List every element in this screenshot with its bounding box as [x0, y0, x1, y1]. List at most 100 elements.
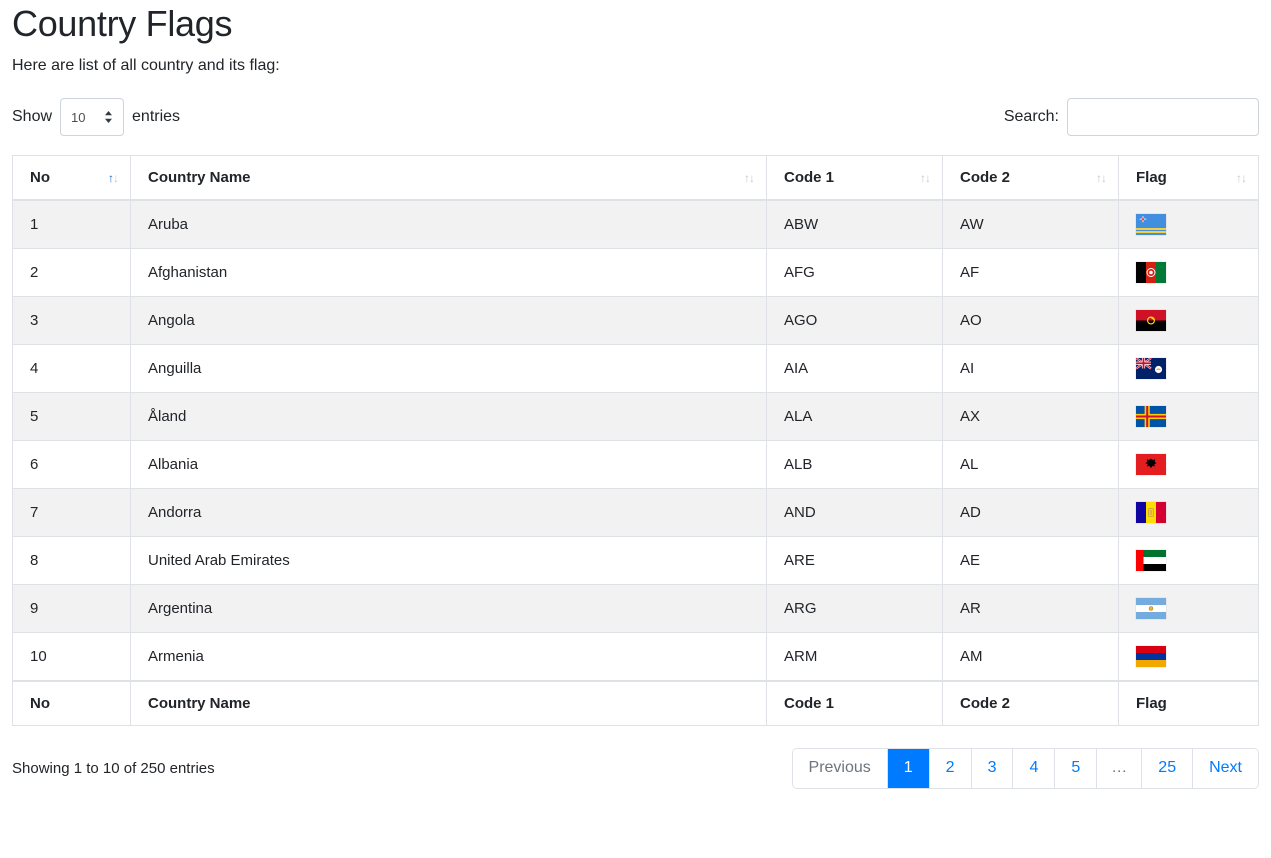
- cell-country-name: Andorra: [130, 488, 767, 538]
- pagination-button-4[interactable]: 4: [1013, 749, 1056, 788]
- table-row: 5 Åland ALA AX: [12, 392, 1259, 442]
- pagination-button-previous[interactable]: Previous: [792, 749, 888, 788]
- cell-flag: [1118, 584, 1259, 634]
- table-row: 9 Argentina ARG AR: [12, 584, 1259, 634]
- footer-column-no: No: [12, 680, 131, 727]
- cell-no: 10: [12, 632, 131, 682]
- table-footer-row: No Country Name Code 1 Code 2 Flag: [12, 680, 1259, 727]
- cell-code2: AF: [942, 248, 1119, 298]
- column-header-country-name-label: Country Name: [148, 169, 251, 187]
- cell-country-name: Argentina: [130, 584, 767, 634]
- table-footer-bar: Showing 1 to 10 of 250 entries Previous 1…: [12, 748, 1259, 789]
- column-header-flag[interactable]: Flag ↑↓: [1118, 155, 1259, 202]
- cell-code1: ARE: [766, 536, 943, 586]
- column-header-country-name[interactable]: Country Name ↑↓: [130, 155, 767, 202]
- pagination-button-1[interactable]: 1: [887, 749, 930, 788]
- pagination-button-next[interactable]: Next: [1193, 749, 1258, 788]
- cell-code1: ALA: [766, 392, 943, 442]
- table-header-row: No ↑↓ Country Name ↑↓ Code 1 ↑↓ Code 2 ↑…: [12, 155, 1259, 202]
- aland-flag: [1136, 406, 1166, 428]
- cell-no: 8: [12, 536, 131, 586]
- cell-flag: [1118, 632, 1259, 682]
- table-info: Showing 1 to 10 of 250 entries: [12, 760, 215, 778]
- armenia-flag: [1136, 646, 1166, 668]
- cell-code1: AND: [766, 488, 943, 538]
- cell-flag: [1118, 536, 1259, 586]
- show-label: Show: [12, 108, 53, 126]
- pagination-button-25[interactable]: 25: [1142, 749, 1194, 788]
- aruba-flag: [1136, 214, 1166, 236]
- cell-flag: [1118, 440, 1259, 490]
- albania-flag: [1136, 454, 1166, 476]
- column-header-code2[interactable]: Code 2 ↑↓: [942, 155, 1119, 202]
- cell-country-name: Afghanistan: [130, 248, 767, 298]
- cell-flag: [1118, 344, 1259, 394]
- table-row: 4 Anguilla AIA AI: [12, 344, 1259, 394]
- cell-code2: AE: [942, 536, 1119, 586]
- cell-code1: ARG: [766, 584, 943, 634]
- column-header-no-label: No: [30, 169, 50, 187]
- cell-flag: [1118, 296, 1259, 346]
- page-length-select[interactable]: 102550100: [60, 98, 125, 137]
- page-subtitle: Here are list of all country and its fla…: [12, 57, 280, 75]
- cell-no: 9: [12, 584, 131, 634]
- cell-code1: AGO: [766, 296, 943, 346]
- pagination-button-5[interactable]: 5: [1055, 749, 1098, 788]
- country-flags-table: No ↑↓ Country Name ↑↓ Code 1 ↑↓ Code 2 ↑…: [12, 155, 1259, 727]
- cell-country-name: Armenia: [130, 632, 767, 682]
- angola-flag: [1136, 310, 1166, 332]
- pagination-button-: …: [1097, 749, 1143, 788]
- page-title: Country Flags: [12, 3, 233, 44]
- pagination-button-2[interactable]: 2: [929, 749, 972, 788]
- cell-country-name: Albania: [130, 440, 767, 490]
- cell-no: 6: [12, 440, 131, 490]
- table-row: 7 Andorra AND AD: [12, 488, 1259, 538]
- sort-updown-icon[interactable]: ↑↓: [108, 172, 119, 184]
- table-row: 3 Angola AGO AO: [12, 296, 1259, 346]
- sort-updown-icon[interactable]: ↑↓: [744, 172, 755, 184]
- table-body: 1 Aruba ABW AW 2 Afghanistan AFG AF 3 Angola AGO…: [12, 199, 1259, 682]
- table-row: 2 Afghanistan AFG AF: [12, 248, 1259, 298]
- table-foot: No Country Name Code 1 Code 2 Flag: [12, 680, 1259, 727]
- cell-country-name: United Arab Emirates: [130, 536, 767, 586]
- cell-code2: AX: [942, 392, 1119, 442]
- cell-code1: AFG: [766, 248, 943, 298]
- footer-column-country-name: Country Name: [130, 680, 767, 727]
- cell-code1: ARM: [766, 632, 943, 682]
- search-control: Search:: [1004, 98, 1259, 137]
- footer-column-code1: Code 1: [766, 680, 943, 727]
- cell-code1: ABW: [766, 199, 943, 250]
- column-header-code1-label: Code 1: [784, 169, 835, 187]
- column-header-no[interactable]: No ↑↓: [12, 155, 131, 202]
- cell-code1: ALB: [766, 440, 943, 490]
- cell-flag: [1118, 392, 1259, 442]
- column-header-flag-label: Flag: [1136, 169, 1167, 187]
- afghanistan-flag: [1136, 262, 1166, 284]
- search-input[interactable]: [1067, 98, 1259, 137]
- cell-no: 3: [12, 296, 131, 346]
- table-head: No ↑↓ Country Name ↑↓ Code 1 ↑↓ Code 2 ↑…: [12, 155, 1259, 202]
- andorra-flag: [1136, 502, 1166, 524]
- page-length-select-wrap[interactable]: 102550100: [60, 98, 125, 137]
- table-row: 10 Armenia ARM AM: [12, 632, 1259, 682]
- table-row: 1 Aruba ABW AW: [12, 199, 1259, 250]
- cell-no: 2: [12, 248, 131, 298]
- sort-updown-icon[interactable]: ↑↓: [920, 172, 931, 184]
- cell-flag: [1118, 248, 1259, 298]
- pagination-button-3[interactable]: 3: [971, 749, 1014, 788]
- table-row: 6 Albania ALB AL: [12, 440, 1259, 490]
- cell-code2: AM: [942, 632, 1119, 682]
- sort-updown-icon[interactable]: ↑↓: [1236, 172, 1247, 184]
- cell-code2: AI: [942, 344, 1119, 394]
- cell-code2: AO: [942, 296, 1119, 346]
- anguilla-flag: [1136, 358, 1166, 380]
- footer-column-flag: Flag: [1118, 680, 1259, 727]
- cell-country-name: Angola: [130, 296, 767, 346]
- footer-column-code2: Code 2: [942, 680, 1119, 727]
- cell-no: 1: [12, 199, 131, 250]
- column-header-code1[interactable]: Code 1 ↑↓: [766, 155, 943, 202]
- sort-updown-icon[interactable]: ↑↓: [1096, 172, 1107, 184]
- cell-no: 5: [12, 392, 131, 442]
- entries-label: entries: [132, 108, 181, 126]
- cell-no: 7: [12, 488, 131, 538]
